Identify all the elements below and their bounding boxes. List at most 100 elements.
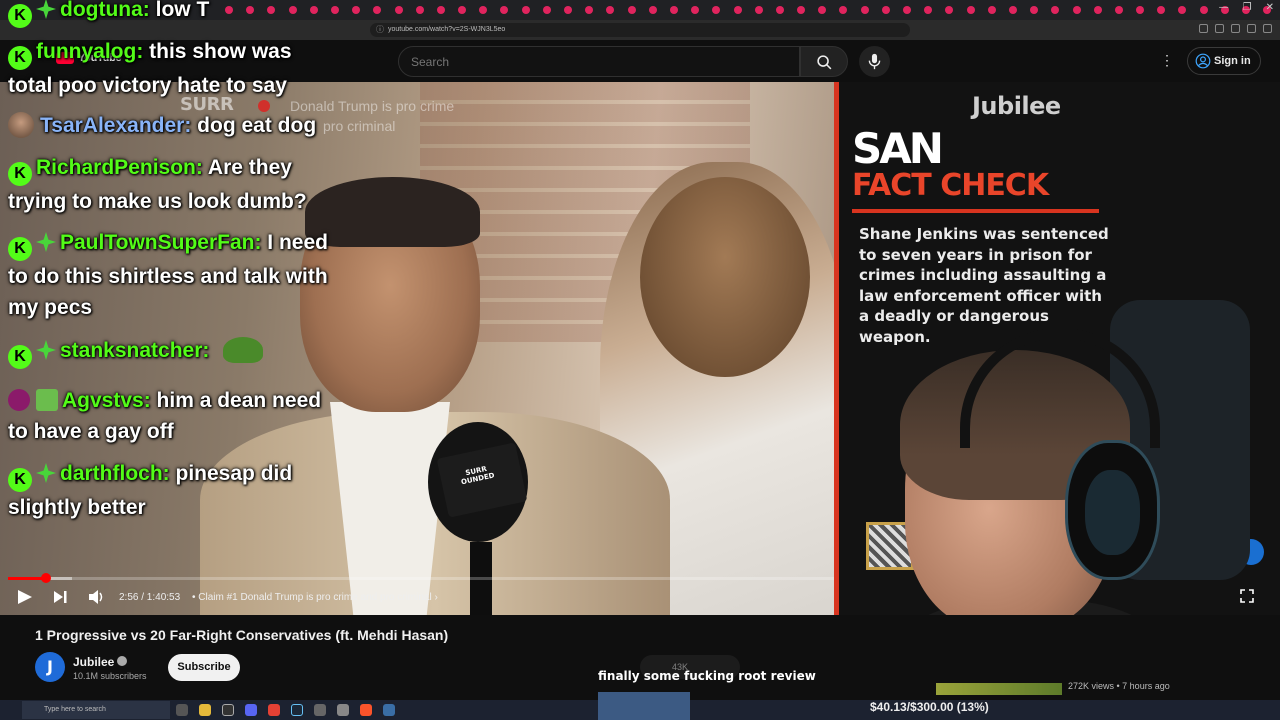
browser-tab[interactable] xyxy=(564,6,572,14)
browser-tab[interactable] xyxy=(1093,6,1102,14)
browser-tab[interactable] xyxy=(500,6,509,14)
browser-tab[interactable] xyxy=(775,6,784,14)
browser-tab[interactable] xyxy=(627,6,636,14)
chat-message: Kdogtuna: low T xyxy=(8,0,338,28)
extension-icon[interactable] xyxy=(1263,24,1272,33)
progress-bar[interactable] xyxy=(8,577,834,580)
verified-icon xyxy=(117,656,127,666)
chat-username[interactable]: Agvstvs: xyxy=(62,389,157,412)
gem-badge-icon xyxy=(36,340,56,360)
browser-tab[interactable] xyxy=(648,6,657,14)
browser-tab[interactable] xyxy=(542,6,551,14)
play-icon[interactable] xyxy=(16,589,34,605)
browser-tab[interactable] xyxy=(1136,6,1145,14)
fact-check-title: FACT CHECK xyxy=(852,168,1049,203)
subscribe-button[interactable]: Subscribe xyxy=(168,654,240,681)
progress-scrubber[interactable] xyxy=(40,573,51,583)
browser-tab[interactable] xyxy=(818,6,827,14)
browser-tab[interactable] xyxy=(881,6,890,14)
site-info-icon[interactable]: ⓘ xyxy=(376,23,384,37)
channel-avatar[interactable]: J xyxy=(35,652,65,682)
browser-tab[interactable] xyxy=(754,6,763,14)
browser-tab[interactable] xyxy=(987,6,996,14)
more-options-icon[interactable]: ⋮ xyxy=(1160,52,1174,70)
browser-tab[interactable] xyxy=(1157,6,1166,14)
chat-username[interactable]: TsarAlexander: xyxy=(40,114,197,137)
browser-tab[interactable] xyxy=(352,6,361,14)
kick-badge-icon: K xyxy=(8,162,32,186)
browser-tab[interactable] xyxy=(797,6,806,14)
browser-tab[interactable] xyxy=(860,6,869,14)
search-button[interactable] xyxy=(800,46,848,77)
subscriber-badge-icon xyxy=(8,389,30,411)
browser-tab[interactable] xyxy=(1072,6,1081,14)
chat-username[interactable]: PaulTownSuperFan: xyxy=(60,231,267,254)
browser-tab[interactable] xyxy=(1008,6,1017,14)
extension-icon[interactable] xyxy=(1215,24,1224,33)
chat-message: Kfunnyalog: this show was total poo vict… xyxy=(8,36,338,101)
browser-tab[interactable] xyxy=(733,6,742,14)
browser-tabs xyxy=(225,6,1280,14)
chat-username[interactable]: darthfloch: xyxy=(60,462,176,485)
browser-tab[interactable] xyxy=(415,6,424,14)
browser-tab[interactable] xyxy=(585,6,594,14)
sign-in-button[interactable]: Sign in xyxy=(1187,47,1261,75)
chrome-icon[interactable] xyxy=(268,704,280,716)
app-icon[interactable] xyxy=(337,704,349,716)
browser-tab[interactable] xyxy=(1199,6,1208,14)
search-input[interactable] xyxy=(411,55,781,69)
fullscreen-icon[interactable] xyxy=(1240,589,1254,603)
taskview-icon[interactable] xyxy=(176,704,188,716)
browser-tab[interactable] xyxy=(606,6,615,14)
browser-tab[interactable] xyxy=(521,6,530,14)
search-box[interactable] xyxy=(398,46,800,77)
browser-tab[interactable] xyxy=(479,6,488,14)
voice-search-button[interactable] xyxy=(859,46,890,77)
time-display: 2:56 / 1:40:53 xyxy=(119,592,181,603)
browser-tab[interactable] xyxy=(394,6,403,14)
next-icon[interactable] xyxy=(52,589,68,605)
browser-tab[interactable] xyxy=(924,6,933,14)
browser-tab[interactable] xyxy=(373,6,382,14)
extension-icon[interactable] xyxy=(1199,24,1208,33)
chat-message: Agvstvs: him a dean need to have a gay o… xyxy=(8,385,338,447)
obs-icon[interactable] xyxy=(222,704,234,716)
browser-tab[interactable] xyxy=(945,6,954,14)
restore-icon[interactable]: ❐ xyxy=(1243,2,1252,13)
taskbar-search[interactable]: Type here to search xyxy=(22,701,170,719)
browser-tab[interactable] xyxy=(1178,6,1187,14)
browser-tab[interactable] xyxy=(1114,6,1123,14)
volume-icon[interactable] xyxy=(88,589,106,605)
chat-username[interactable]: dogtuna: xyxy=(60,0,156,21)
browser-tab[interactable] xyxy=(712,6,721,14)
browser-tab[interactable] xyxy=(669,6,678,14)
browser-tab[interactable] xyxy=(966,6,975,14)
chapter-title[interactable]: • Claim #1 Donald Trump is pro crime and… xyxy=(192,592,438,603)
browser-tab[interactable] xyxy=(903,6,911,14)
browser-tab[interactable] xyxy=(839,6,848,14)
steam-icon[interactable] xyxy=(291,704,303,716)
app-icon[interactable] xyxy=(314,704,326,716)
chat-username[interactable]: funnyalog: xyxy=(36,40,149,63)
pepe-emote xyxy=(223,337,264,363)
minimize-icon[interactable]: — xyxy=(1219,2,1229,13)
microphone-icon xyxy=(868,53,881,70)
chat-username[interactable]: stanksnatcher: xyxy=(60,339,215,362)
chat-overlay: Kdogtuna: low T Kfunnyalog: this show was… xyxy=(0,0,340,540)
url-field[interactable]: ⓘ youtube.com/watch?v=2S-WJN3L5eo xyxy=(370,23,910,37)
file-explorer-icon[interactable] xyxy=(199,704,211,716)
brave-icon[interactable] xyxy=(360,704,372,716)
browser-tab[interactable] xyxy=(691,6,700,14)
extension-icon[interactable] xyxy=(1231,24,1240,33)
browser-tab[interactable] xyxy=(458,6,467,14)
audio-icon[interactable] xyxy=(383,704,395,716)
chat-username[interactable]: RichardPenison: xyxy=(36,156,208,179)
browser-tab[interactable] xyxy=(1051,6,1060,14)
channel-name[interactable]: Jubilee xyxy=(73,655,114,669)
browser-tab[interactable] xyxy=(1030,6,1039,14)
browser-tab[interactable] xyxy=(436,6,445,14)
extension-icon[interactable] xyxy=(1247,24,1256,33)
close-icon[interactable]: ✕ xyxy=(1266,2,1274,13)
san-logo: SAN xyxy=(852,124,944,173)
discord-icon[interactable] xyxy=(245,704,257,716)
